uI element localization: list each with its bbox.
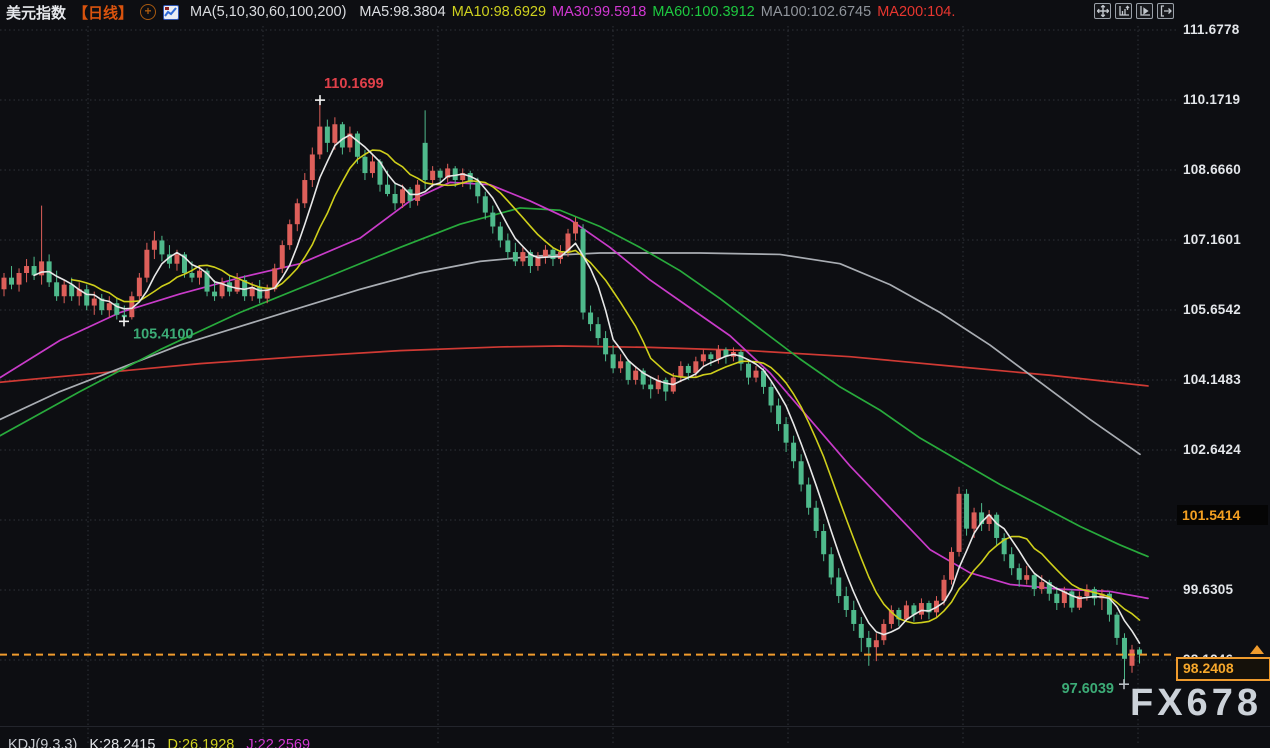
price-arrow-icon [1250, 645, 1264, 654]
watermark: FX678 [1130, 682, 1262, 725]
ma-value-label: MA100:102.6745 [761, 4, 871, 20]
axis-up-chart-icon[interactable] [1115, 3, 1132, 19]
y-axis-label: 105.6542 [1183, 302, 1241, 317]
ma-value-label: MA200:104. [877, 4, 955, 20]
y-axis-label: 102.6424 [1183, 442, 1241, 457]
last-price-label: 98.2408 [1176, 657, 1270, 681]
candlestick-chart[interactable]: 110.1699 105.4100 97.6039 [0, 0, 1270, 748]
circle-plus-icon[interactable]: + [140, 4, 156, 20]
y-axis-label: 110.1719 [1183, 92, 1240, 107]
instrument-title: 美元指数 [6, 2, 66, 23]
chart-toolbar [1094, 3, 1174, 19]
move-icon[interactable] [1094, 3, 1111, 19]
y-axis-label: 107.1601 [1183, 232, 1241, 247]
chart-header: 美元指数 【日线】 + MA(5,10,30,60,100,200) MA5:9… [6, 0, 955, 24]
mid-price-label: 101.5414 [1177, 505, 1268, 525]
y-axis-label: 104.1483 [1183, 372, 1241, 387]
axis-play-chart-icon[interactable] [1136, 3, 1153, 19]
chart-thumbnail-icon[interactable] [163, 5, 179, 20]
y-axis-label: 111.6778 [1183, 22, 1239, 37]
ma-values: MA5:98.3804 MA10:98.6929 MA30:99.5918 MA60:… [353, 3, 955, 21]
chart-app: 美元指数 【日线】 + MA(5,10,30,60,100,200) MA5:9… [0, 0, 1270, 748]
ma-value-label: MA30:99.5918 [552, 4, 646, 20]
ma-value-label: MA5:98.3804 [359, 4, 445, 20]
svg-text:110.1699: 110.1699 [324, 76, 384, 92]
y-axis-label: 99.6305 [1183, 582, 1233, 597]
ma-settings-label[interactable]: MA(5,10,30,60,100,200) [190, 4, 346, 20]
svg-text:97.6039: 97.6039 [1062, 681, 1114, 697]
svg-text:105.4100: 105.4100 [133, 326, 193, 342]
timeframe-label[interactable]: 【日线】 [73, 2, 133, 23]
ma-value-label: MA10:98.6929 [452, 4, 546, 20]
ma-value-label: MA60:100.3912 [652, 4, 754, 20]
y-axis-label: 108.6660 [1183, 162, 1241, 177]
exit-right-icon[interactable] [1157, 3, 1174, 19]
